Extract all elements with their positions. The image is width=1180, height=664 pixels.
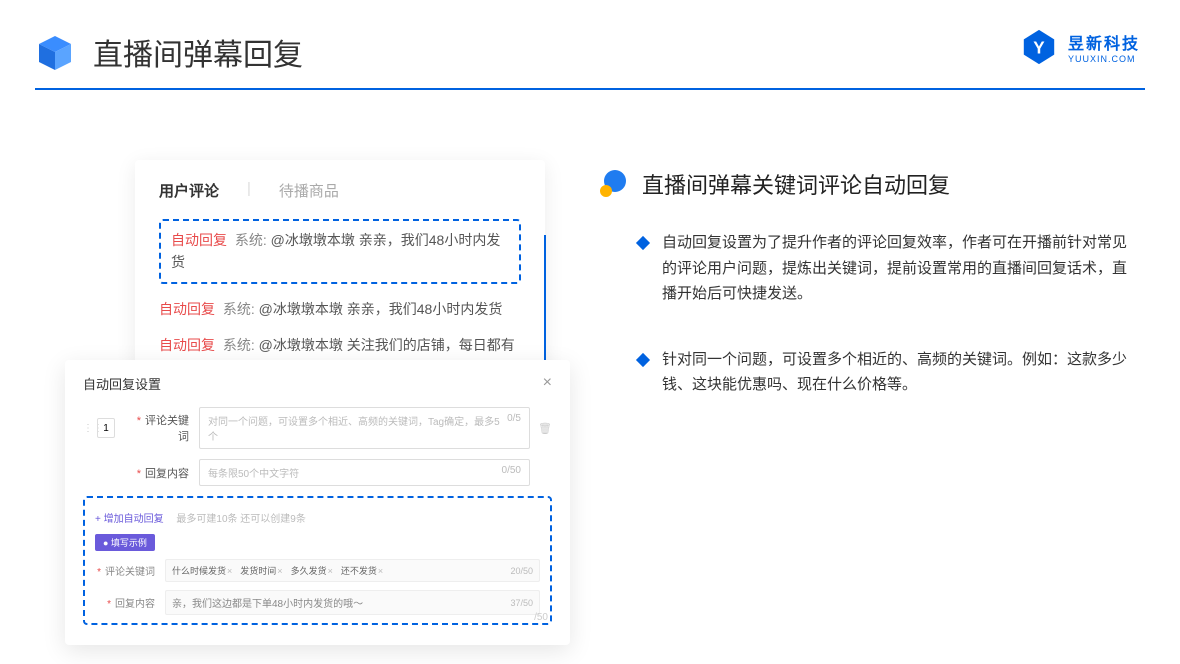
keyword-row: ⋮⋮ 1 *评论关键词 对同一个问题，可设置多个相近、高频的关键词，Tag确定，… xyxy=(83,407,552,449)
auto-reply-tag: 自动回复 xyxy=(159,301,215,317)
comment-text: @冰墩墩本墩 亲亲，我们48小时内发货 xyxy=(259,301,503,317)
tab-user-comments[interactable]: 用户评论 xyxy=(159,180,219,201)
ex-reply-input[interactable]: 亲，我们这边都是下单48小时内发货的哦～ 37/50 xyxy=(165,590,540,615)
diamond-icon xyxy=(636,352,650,366)
example-reply-row: *回复内容 亲，我们这边都是下单48小时内发货的哦～ 37/50 xyxy=(95,590,540,615)
ex-keyword-input[interactable]: 什么时候发货× 发货时间× 多久发货× 还不发货× 20/50 xyxy=(165,559,540,582)
header-divider xyxy=(35,88,1145,90)
auto-reply-tag: 自动回复 xyxy=(159,337,215,353)
logo-text-zh: 昱新科技 xyxy=(1068,30,1140,54)
tab-separator: | xyxy=(247,180,251,201)
dot-icon xyxy=(600,170,628,198)
add-hint: 最多可建10条 还可以创建9条 xyxy=(176,514,305,525)
system-label: 系统: xyxy=(235,232,267,248)
reply-input[interactable]: 每条限50个中文字符 0/50 xyxy=(199,459,530,486)
tab-row: 用户评论 | 待播商品 xyxy=(159,180,521,201)
settings-card: 自动回复设置 × ⋮⋮ 1 *评论关键词 对同一个问题，可设置多个相近、高频的关… xyxy=(65,360,570,645)
keyword-count: 0/5 xyxy=(507,413,521,443)
illustration-area: 用户评论 | 待播商品 自动回复 系统: @冰墩墩本墩 亲亲，我们48小时内发货… xyxy=(50,130,570,650)
logo-text-en: YUUXIN.COM xyxy=(1068,54,1140,64)
stray-count: /50 xyxy=(534,612,548,623)
trash-icon[interactable]: 🗑 xyxy=(538,422,552,435)
reply-count: 0/50 xyxy=(502,465,521,480)
bullet-list: 自动回复设置为了提升作者的评论回复效率，作者可在开播前针对常见的评论用户问题，提… xyxy=(638,230,1130,398)
auto-reply-tag: 自动回复 xyxy=(171,232,227,248)
ex-reply-text: 亲，我们这边都是下单48小时内发货的哦～ xyxy=(172,595,363,610)
keyword-placeholder: 对同一个问题，可设置多个相近、高频的关键词，Tag确定，最多5个 xyxy=(208,413,507,443)
row-number: 1 xyxy=(97,418,115,438)
keyword-label: *评论关键词 xyxy=(129,412,189,444)
reply-placeholder: 每条限50个中文字符 xyxy=(208,465,299,480)
settings-title: 自动回复设置 xyxy=(83,374,161,393)
drag-handle-icon[interactable]: ⋮⋮ xyxy=(83,423,93,434)
section-title: 直播间弹幕关键词评论自动回复 xyxy=(642,168,950,200)
ex-keyword-label: *评论关键词 xyxy=(95,563,155,578)
page-title: 直播间弹幕回复 xyxy=(93,30,303,74)
svg-text:Y: Y xyxy=(1033,39,1045,58)
keyword-input[interactable]: 对同一个问题，可设置多个相近、高频的关键词，Tag确定，最多5个 0/5 xyxy=(199,407,530,449)
brand-logo: Y 昱新科技 YUUXIN.COM xyxy=(1020,28,1140,66)
system-label: 系统: xyxy=(223,301,255,317)
cube-icon xyxy=(35,32,75,72)
tab-pending-products[interactable]: 待播商品 xyxy=(279,180,339,201)
add-auto-reply-link[interactable]: + 增加自动回复 最多可建10条 还可以创建9条 xyxy=(95,510,540,525)
ex-tag: 还不发货× xyxy=(341,564,383,577)
settings-title-row: 自动回复设置 × xyxy=(83,374,552,393)
ex-reply-label: *回复内容 xyxy=(95,595,155,610)
ex-tag: 发货时间× xyxy=(240,564,282,577)
reply-label: *回复内容 xyxy=(129,465,189,481)
ex-tag: 多久发货× xyxy=(291,564,333,577)
reply-row: *回复内容 每条限50个中文字符 0/50 xyxy=(83,459,552,486)
description-area: 直播间弹幕关键词评论自动回复 自动回复设置为了提升作者的评论回复效率，作者可在开… xyxy=(600,168,1130,438)
diamond-icon xyxy=(636,236,650,250)
logo-mark-icon: Y xyxy=(1020,28,1058,66)
ex-reply-count: 37/50 xyxy=(510,598,533,608)
bullet-text: 自动回复设置为了提升作者的评论回复效率，作者可在开播前针对常见的评论用户问题，提… xyxy=(662,230,1130,307)
comment-row: 自动回复 系统: @冰墩墩本墩 亲亲，我们48小时内发货 xyxy=(159,298,521,320)
highlighted-comment: 自动回复 系统: @冰墩墩本墩 亲亲，我们48小时内发货 xyxy=(159,219,521,284)
bullet-item: 自动回复设置为了提升作者的评论回复效率，作者可在开播前针对常见的评论用户问题，提… xyxy=(638,230,1130,307)
section-heading: 直播间弹幕关键词评论自动回复 xyxy=(600,168,1130,200)
ex-keyword-count: 20/50 xyxy=(510,566,533,576)
page-header: 直播间弹幕回复 xyxy=(35,30,1145,74)
example-badge: ● 填写示例 xyxy=(95,534,155,551)
system-label: 系统: xyxy=(223,337,255,353)
bullet-item: 针对同一个问题，可设置多个相近的、高频的关键词。例如：这款多少钱、这块能优惠吗、… xyxy=(638,347,1130,398)
bullet-text: 针对同一个问题，可设置多个相近的、高频的关键词。例如：这款多少钱、这块能优惠吗、… xyxy=(662,347,1130,398)
example-box: + 增加自动回复 最多可建10条 还可以创建9条 ● 填写示例 *评论关键词 什… xyxy=(83,496,552,625)
ex-tag: 什么时候发货× xyxy=(172,564,232,577)
example-keyword-row: *评论关键词 什么时候发货× 发货时间× 多久发货× 还不发货× 20/50 xyxy=(95,559,540,582)
close-icon[interactable]: × xyxy=(543,374,552,393)
